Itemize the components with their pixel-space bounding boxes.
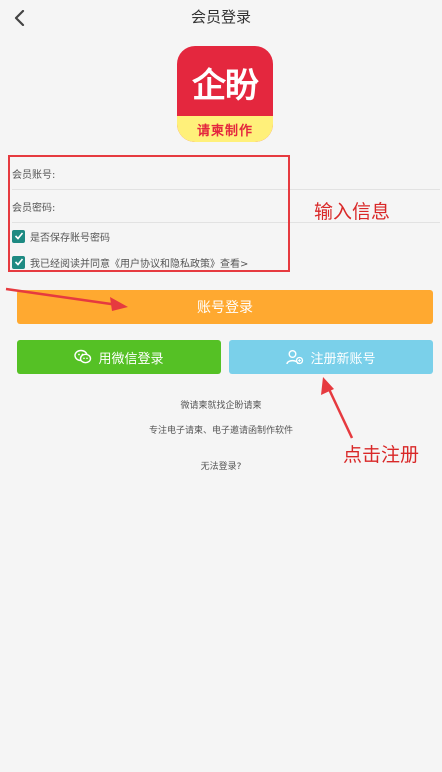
slogan-text: 微请柬就找企盼请柬 [180, 401, 262, 411]
account-login-label: 账号登录 [197, 300, 253, 316]
page-title: 会员登录 [190, 8, 251, 26]
app-logo: 企盼 请柬制作 [177, 46, 273, 142]
annotation-highlight-box [8, 155, 290, 272]
register-button[interactable]: 注册新账号 [229, 340, 433, 374]
description-text: 专注电子请柬、电子邀请函制作软件 [148, 426, 293, 436]
header: 会员登录 [0, 0, 442, 36]
annotation-input-info: 输入信息 [314, 201, 391, 223]
logo-subtitle: 请柬制作 [196, 123, 253, 139]
wechat-login-label: 用微信登录 [98, 351, 164, 367]
annotation-click-register: 点击注册 [343, 444, 420, 466]
wechat-login-button[interactable]: 用微信登录 [17, 340, 221, 374]
logo-mark: 企盼 [192, 66, 259, 106]
account-login-button[interactable]: 账号登录 [17, 290, 433, 324]
wechat-icon [74, 349, 92, 365]
logo-band: 请柬制作 [177, 116, 273, 142]
register-label: 注册新账号 [310, 351, 376, 367]
add-user-icon [286, 349, 304, 365]
